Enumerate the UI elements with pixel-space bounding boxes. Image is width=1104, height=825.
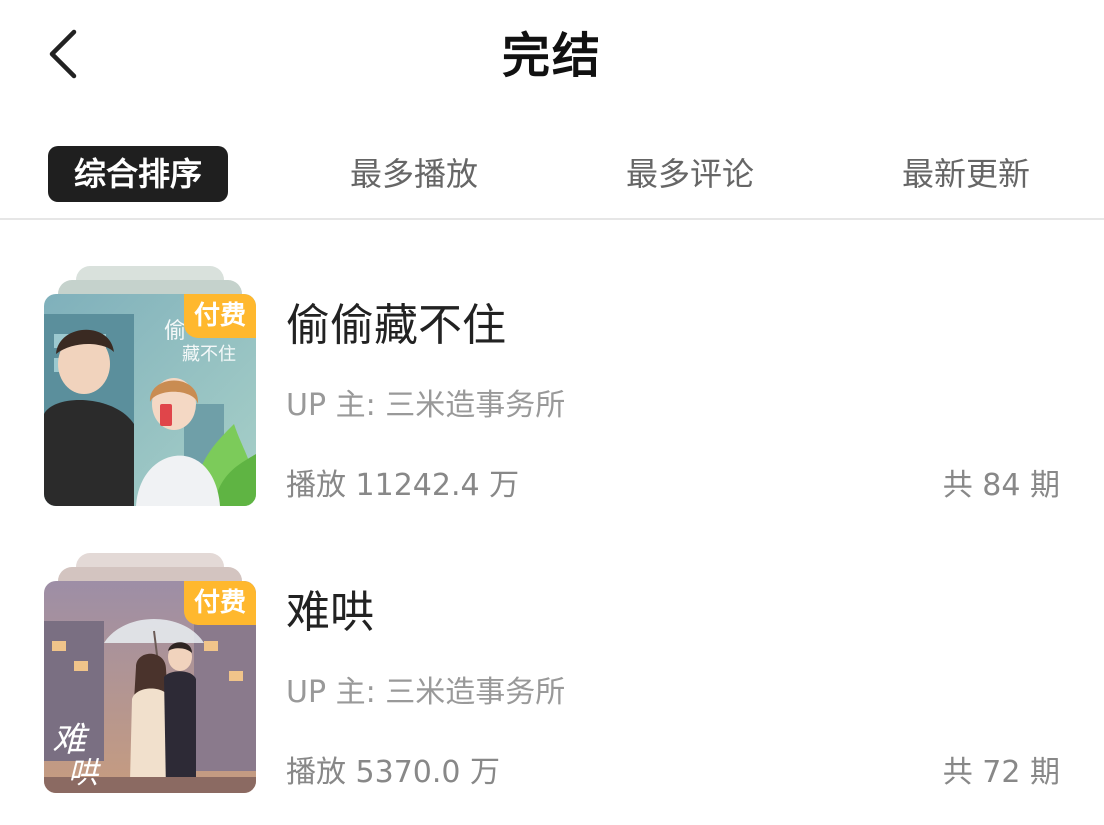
header: 完结: [0, 0, 1104, 110]
album-list-item[interactable]: 偷 藏不住 付费 偷偷藏不住 UP 主: 三米造事务所 播放 11242.4 万…: [0, 266, 1104, 526]
svg-text:藏不住: 藏不住: [182, 344, 236, 365]
album-cover-stack: 偷 藏不住 付费: [44, 266, 256, 506]
tab-comprehensive-sort[interactable]: 综合排序: [48, 146, 228, 202]
svg-text:哄: 哄: [68, 756, 101, 791]
album-title: 偷偷藏不住: [286, 300, 506, 351]
album-episode-count: 共 72 期: [942, 755, 1060, 790]
tab-latest-update[interactable]: 最新更新: [892, 146, 1040, 202]
album-info: 偷偷藏不住 UP 主: 三米造事务所 播放 11242.4 万 共 84 期: [286, 266, 1060, 506]
album-play-count: 播放 11242.4 万: [286, 468, 520, 503]
album-uploader: UP 主: 三米造事务所: [286, 388, 566, 423]
album-list-item[interactable]: 难 哄 付费 难哄 UP 主: 三米造事务所 播放 5370.0 万 共 72 …: [0, 553, 1104, 813]
album-cover-image[interactable]: 难 哄 付费: [44, 581, 256, 793]
album-cover-image[interactable]: 偷 藏不住 付费: [44, 294, 256, 506]
album-uploader: UP 主: 三米造事务所: [286, 675, 566, 710]
tabs-divider: [0, 218, 1104, 220]
svg-text:偷: 偷: [164, 319, 186, 344]
sort-tabs: 综合排序 最多播放 最多评论 最新更新: [0, 142, 1104, 204]
page-title: 完结: [501, 28, 602, 84]
paid-badge: 付费: [184, 581, 256, 625]
album-play-count: 播放 5370.0 万: [286, 755, 501, 790]
tab-most-comments[interactable]: 最多评论: [616, 146, 764, 202]
paid-badge: 付费: [184, 294, 256, 338]
album-title: 难哄: [286, 587, 374, 638]
tab-most-played[interactable]: 最多播放: [340, 146, 488, 202]
album-info: 难哄 UP 主: 三米造事务所 播放 5370.0 万 共 72 期: [286, 553, 1060, 793]
album-episode-count: 共 84 期: [942, 468, 1060, 503]
album-cover-stack: 难 哄 付费: [44, 553, 256, 793]
page: 完结 综合排序 最多播放 最多评论 最新更新 偷 藏不住 付费 偷偷藏不住 UP…: [0, 0, 1104, 825]
svg-text:难: 难: [52, 720, 90, 760]
